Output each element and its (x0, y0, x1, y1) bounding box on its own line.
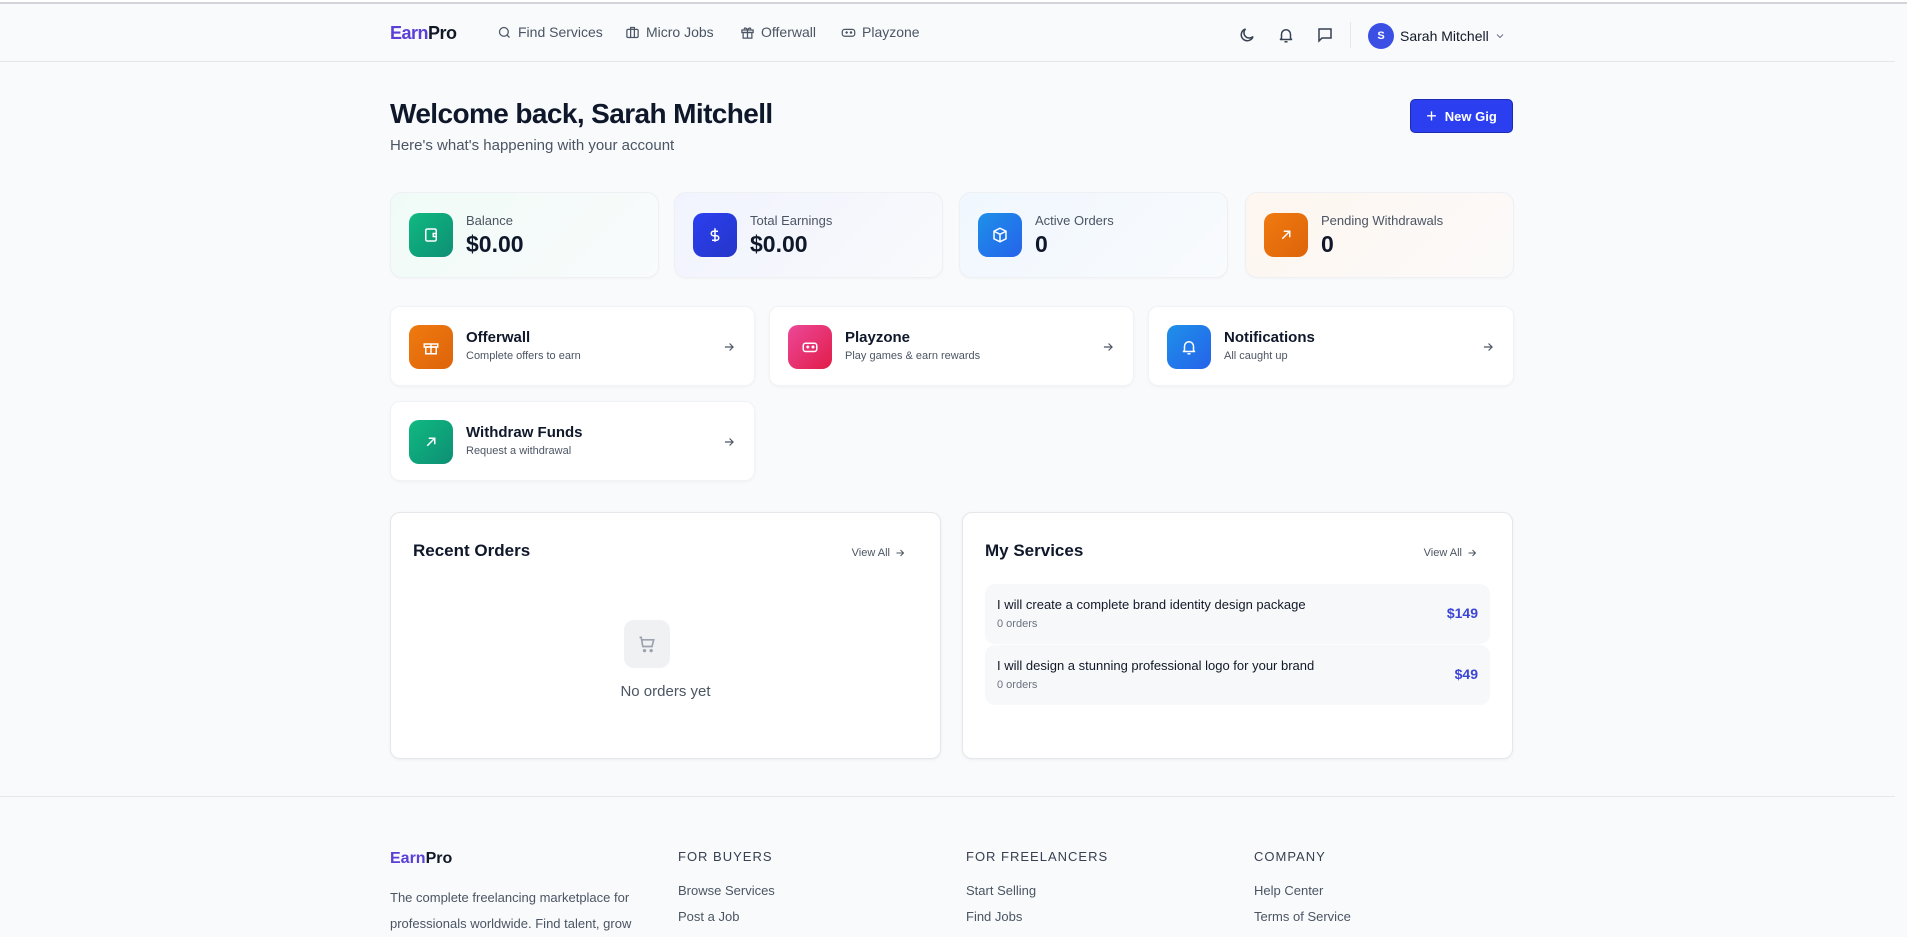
service-item[interactable]: I will create a complete brand identity … (985, 584, 1490, 644)
stat-label: Balance (466, 213, 513, 228)
chevron-down-icon[interactable] (1494, 30, 1506, 42)
service-title: I will create a complete brand identity … (997, 597, 1306, 612)
stat-label: Pending Withdrawals (1321, 213, 1444, 228)
arrow-right-icon (1483, 343, 1493, 351)
footer: EarnPro The complete freelancing marketp… (0, 796, 1895, 931)
quick-link-desc: All caught up (1224, 350, 1288, 362)
stat-label: Active Orders (1035, 213, 1114, 228)
nav-label: Playzone (862, 24, 920, 40)
bell-icon (1167, 325, 1211, 369)
logo-pro: Pro (428, 23, 457, 43)
footer-logo[interactable]: EarnPro (390, 850, 452, 868)
service-price: $49 (1454, 666, 1478, 682)
arrow-right-icon (896, 549, 905, 557)
nav-offerwall[interactable]: Offerwall (740, 24, 816, 40)
header-divider (1350, 22, 1351, 48)
view-all-label: View All (1423, 547, 1462, 559)
nav-label: Find Services (518, 24, 603, 40)
footer-heading: COMPANY (1254, 849, 1326, 864)
logo-pro: Pro (425, 850, 453, 867)
service-price: $149 (1446, 605, 1478, 621)
message-icon[interactable] (1316, 26, 1334, 44)
quick-link-offerwall[interactable]: Offerwall Complete offers to earn (390, 306, 755, 386)
stat-value: $0.00 (466, 231, 524, 257)
bell-icon[interactable] (1277, 26, 1295, 44)
stat-card-balance: Balance $0.00 (390, 192, 659, 278)
user-name[interactable]: Sarah Mitchell (1400, 28, 1489, 44)
panel-title: Recent Orders (413, 541, 531, 560)
quick-link-desc: Play games & earn rewards (845, 350, 981, 362)
gamepad-icon (788, 325, 832, 369)
logo-earn: Earn (390, 850, 426, 867)
stat-value: 0 (1035, 231, 1048, 257)
my-services-panel: My Services View All I will create a com… (962, 512, 1513, 759)
footer-heading: FOR BUYERS (678, 849, 773, 864)
nav-find-services[interactable]: Find Services (497, 24, 603, 40)
nav-micro-jobs[interactable]: Micro Jobs (625, 24, 714, 40)
service-title: I will design a stunning professional lo… (997, 658, 1315, 673)
footer-link[interactable]: Start Selling (966, 883, 1036, 898)
nav-label: Offerwall (761, 24, 816, 40)
search-icon (498, 26, 510, 38)
stat-value: 0 (1321, 231, 1334, 257)
recent-orders-panel: Recent Orders View All No orders yet (390, 512, 941, 759)
briefcase-icon (626, 26, 639, 38)
box-icon (978, 213, 1022, 257)
quick-link-notifications[interactable]: Notifications All caught up (1148, 306, 1514, 386)
footer-description: The complete freelancing marketplace for… (390, 890, 632, 931)
view-all-orders-link[interactable]: View All (852, 547, 906, 559)
quick-link-withdraw-funds[interactable]: Withdraw Funds Request a withdrawal (390, 401, 755, 481)
footer-link[interactable]: Help Center (1254, 883, 1323, 898)
new-gig-button[interactable]: + New Gig (1410, 99, 1513, 133)
moon-icon[interactable] (1238, 26, 1256, 44)
quick-link-desc: Request a withdrawal (466, 445, 572, 457)
wallet-icon (409, 213, 453, 257)
gift-icon (409, 325, 453, 369)
panel-title: My Services (985, 541, 1084, 560)
avatar[interactable]: S (1368, 23, 1394, 49)
service-orders: 0 orders (997, 679, 1038, 691)
quick-link-title: Playzone (845, 329, 911, 346)
arrow-up-right-icon (1264, 213, 1308, 257)
stat-label: Total Earnings (750, 213, 833, 228)
nav-label: Micro Jobs (646, 24, 714, 40)
empty-state-text: No orders yet (620, 683, 711, 700)
new-gig-label: New Gig (1444, 108, 1497, 124)
stat-card-active-orders: Active Orders 0 (959, 192, 1228, 278)
service-item[interactable]: I will design a stunning professional lo… (985, 645, 1490, 705)
view-all-services-link[interactable]: View All (1424, 547, 1478, 559)
quick-link-playzone[interactable]: Playzone Play games & earn rewards (769, 306, 1134, 386)
quick-link-title: Notifications (1224, 329, 1315, 346)
top-nav: EarnPro Find Services Micro Jobs Offerwa… (0, 4, 1895, 62)
arrow-right-icon (1103, 343, 1113, 351)
stat-value: $0.00 (750, 231, 808, 257)
quick-link-title: Offerwall (466, 329, 531, 346)
stat-card-pending-withdrawals: Pending Withdrawals 0 (1245, 192, 1514, 278)
view-all-label: View All (851, 547, 890, 559)
gamepad-icon (841, 28, 856, 37)
plus-icon: + (1426, 105, 1437, 126)
arrow-right-icon (1468, 549, 1477, 557)
footer-heading: FOR FREELANCERS (966, 849, 1109, 864)
page-title: Welcome back, Sarah Mitchell (390, 98, 773, 129)
quick-link-desc: Complete offers to earn (466, 350, 581, 362)
logo-earn: Earn (390, 23, 429, 43)
quick-link-title: Withdraw Funds (466, 424, 583, 441)
logo[interactable]: EarnPro (390, 23, 457, 44)
dollar-icon (693, 213, 737, 257)
cart-icon (624, 620, 670, 668)
arrow-right-icon (724, 343, 734, 351)
arrow-right-icon (724, 438, 734, 446)
arrow-up-right-icon (409, 420, 453, 464)
service-orders: 0 orders (997, 618, 1038, 630)
stat-card-total-earnings: Total Earnings $0.00 (674, 192, 943, 278)
footer-link[interactable]: Browse Services (678, 883, 775, 898)
nav-playzone[interactable]: Playzone (841, 24, 920, 40)
gift-icon (741, 26, 754, 39)
page-subtitle: Here's what's happening with your accoun… (390, 137, 675, 154)
